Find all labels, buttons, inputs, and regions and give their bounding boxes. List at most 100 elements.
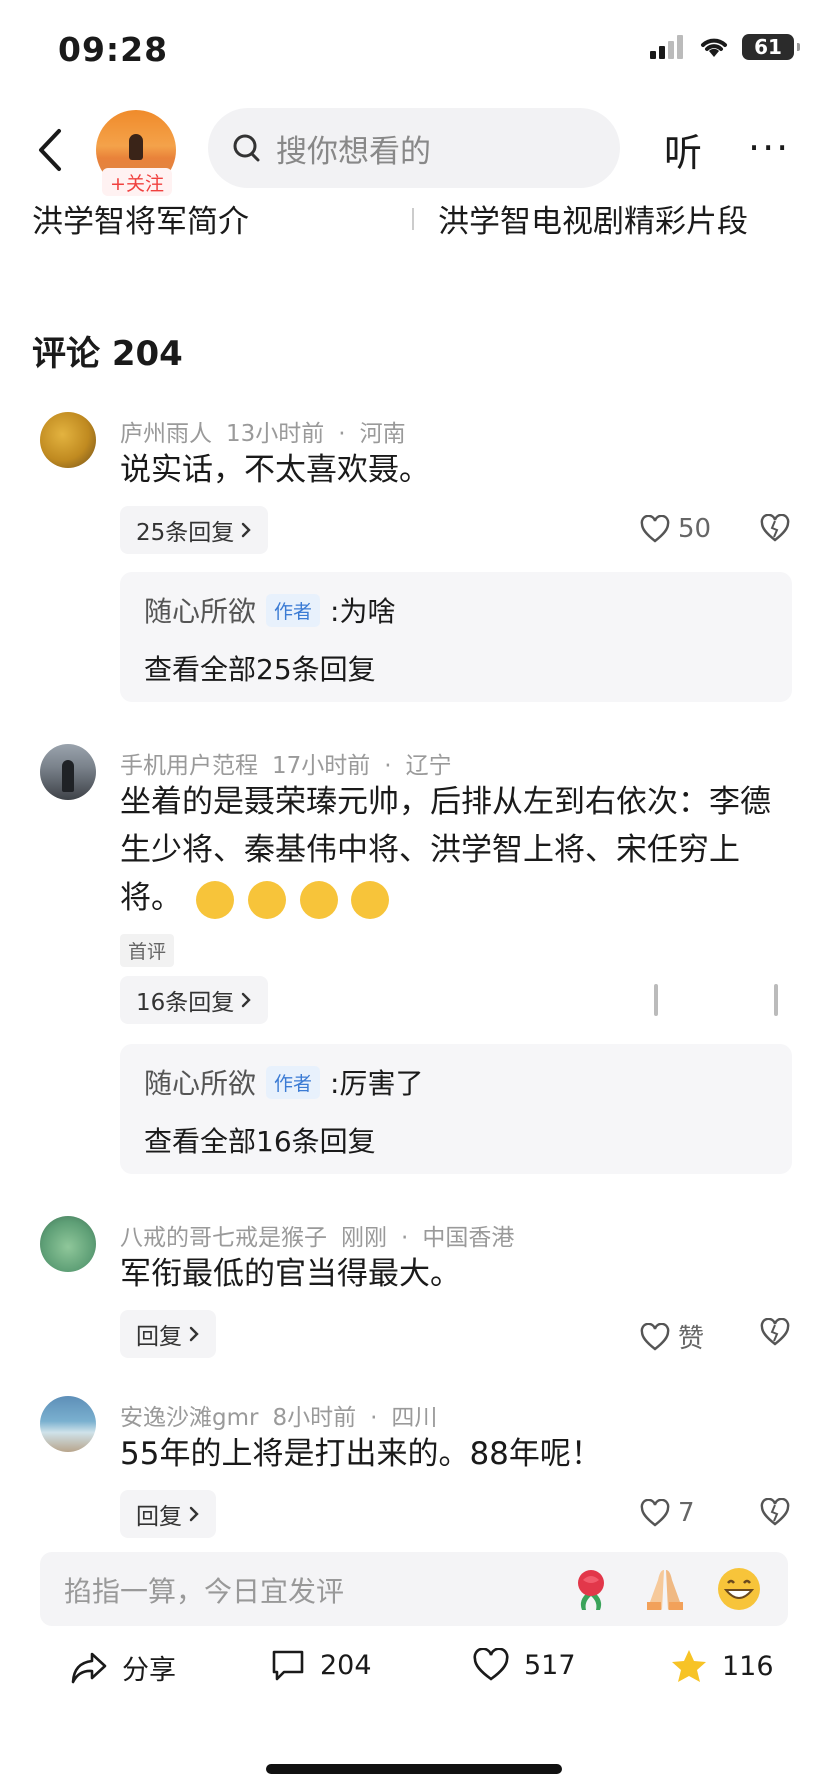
view-all-replies[interactable]: 查看全部16条回复: [144, 1120, 376, 1160]
comment-text: 坐着的是聂荣瑧元帅，后排从左到右依次：李德生少将、秦基伟中将、洪学智上将、宋任穷…: [120, 778, 780, 922]
home-indicator: [266, 1764, 562, 1774]
comment-count: 204: [320, 1649, 372, 1681]
comment-time: 13小时前: [226, 421, 325, 447]
comment-item: 手机用户范程 17小时前 · 辽宁 坐着的是聂荣瑧元帅，后排从左到右依次：李德生少将、…: [0, 742, 828, 1182]
grin-emoji[interactable]: [716, 1566, 762, 1612]
chevron-right-icon: [242, 992, 251, 1008]
comment-time: 刚刚: [341, 1225, 387, 1251]
commenter-avatar[interactable]: [40, 744, 96, 800]
top-nav: +关注 搜你想看的 听 ···: [0, 100, 828, 200]
commenter-name[interactable]: 庐州雨人: [120, 421, 212, 447]
comments-button[interactable]: 204: [270, 1648, 372, 1682]
comment-location: 河南: [359, 421, 406, 447]
status-bar: 09:28 61: [0, 0, 828, 96]
comments-title: 评论 204: [32, 334, 183, 374]
reply-button[interactable]: 回复: [120, 1490, 216, 1538]
comment-meta: 安逸沙滩gmr 8小时前 · 四川: [120, 1405, 438, 1431]
replies-label: 16条回复: [136, 990, 235, 1016]
view-all-replies[interactable]: 查看全部25条回复: [144, 648, 376, 688]
author-tag: 作者: [266, 593, 321, 627]
reply-line: 随心所欲 作者 :厉害了: [144, 1062, 423, 1102]
broken-heart-icon[interactable]: [760, 1318, 790, 1346]
reply-text: :厉害了: [330, 1067, 424, 1100]
comment-meta: 庐州雨人 13小时前 · 河南: [120, 421, 406, 447]
reply-preview[interactable]: 随心所欲 作者 :厉害了 查看全部16条回复: [120, 1044, 792, 1174]
replies-button[interactable]: 25条回复: [120, 506, 269, 554]
like-post-button[interactable]: 517: [472, 1648, 576, 1682]
related-link-tv[interactable]: 洪学智电视剧精彩片段: [438, 196, 748, 241]
emoji-thinking: [195, 880, 234, 919]
search-icon: [233, 134, 260, 162]
comment-text: 军衔最低的官当得最大。: [120, 1256, 461, 1292]
back-icon: [39, 129, 61, 171]
rose-emoji[interactable]: [568, 1566, 614, 1612]
reply-button[interactable]: 回复: [120, 1310, 216, 1358]
reply-author[interactable]: 随心所欲: [144, 590, 256, 630]
replies-button[interactable]: 16条回复: [120, 976, 269, 1024]
comment-meta: 手机用户范程 17小时前 · 辽宁: [120, 753, 452, 779]
emoji-smile: [299, 880, 338, 919]
related-link-profile[interactable]: 洪学智将军简介: [32, 196, 249, 241]
share-button[interactable]: 分享: [70, 1648, 176, 1687]
reply-author[interactable]: 随心所欲: [144, 1062, 256, 1102]
comment-time: 17小时前: [272, 753, 371, 779]
commenter-avatar[interactable]: [40, 1216, 96, 1272]
commenter-name[interactable]: 手机用户范程: [120, 753, 258, 779]
chevron-right-icon: [189, 1506, 199, 1522]
related-divider: [412, 208, 414, 230]
search-input[interactable]: 搜你想看的: [208, 108, 620, 188]
replies-label: 25条回复: [136, 520, 235, 546]
emoji-thinking: [247, 880, 286, 919]
author-avatar[interactable]: +关注: [96, 110, 176, 196]
like-button[interactable]: 7: [640, 1498, 695, 1528]
loading-indicator: [774, 984, 778, 1016]
comment-item: 庐州雨人 13小时前 · 河南 说实话，不太喜欢聂。 25条回复 50 随心所欲 作者…: [0, 410, 828, 710]
author-tag: 作者: [266, 1065, 321, 1099]
broken-heart-icon[interactable]: [760, 514, 790, 542]
share-label: 分享: [122, 1655, 176, 1686]
comment-text: 55年的上将是打出来的。88年呢！: [120, 1436, 602, 1472]
reply-line: 随心所欲 作者 :为啥: [144, 590, 395, 630]
search-placeholder: 搜你想看的: [276, 133, 431, 170]
listen-button[interactable]: 听: [664, 122, 702, 177]
like-count: 赞: [678, 1324, 705, 1354]
related-links: 洪学智将军简介 洪学智电视剧精彩片段: [0, 196, 828, 246]
comment-item: 安逸沙滩gmr 8小时前 · 四川 55年的上将是打出来的。88年呢！ 回复 7: [0, 1394, 828, 1544]
comment-input-placeholder: 掐指一算，今日宜发评: [64, 1575, 345, 1608]
comment-item: 八戒的哥七戒是猴子 刚刚 · 中国香港 军衔最低的官当得最大。 回复 赞: [0, 1214, 828, 1374]
commenter-name[interactable]: 八戒的哥七戒是猴子: [120, 1225, 327, 1251]
chevron-right-icon: [242, 522, 251, 538]
heart-icon: [640, 515, 670, 543]
bottom-action-bar: 分享 204 517 116: [0, 1648, 828, 1708]
star-icon: [672, 1650, 706, 1682]
comment-icon: [272, 1650, 304, 1681]
reply-preview[interactable]: 随心所欲 作者 :为啥 查看全部25条回复: [120, 572, 792, 702]
pray-emoji[interactable]: [642, 1566, 688, 1612]
broken-heart-icon[interactable]: [760, 1498, 790, 1526]
heart-icon: [640, 1322, 670, 1351]
follow-button[interactable]: +关注: [102, 168, 172, 196]
chevron-right-icon: [189, 1326, 199, 1342]
like-post-count: 517: [524, 1649, 576, 1681]
wifi-icon: [701, 38, 727, 57]
first-comment-tag: 首评: [120, 934, 175, 967]
back-button[interactable]: [30, 122, 70, 178]
commenter-avatar[interactable]: [40, 412, 96, 468]
favorite-button[interactable]: 116: [670, 1648, 774, 1684]
commenter-name[interactable]: 安逸沙滩gmr: [120, 1405, 258, 1431]
comment-text: 说实话，不太喜欢聂。: [120, 452, 430, 488]
reply-text: :为啥: [330, 595, 396, 628]
emoji-smile: [351, 880, 390, 919]
favorite-count: 116: [722, 1650, 774, 1682]
comment-meta: 八戒的哥七戒是猴子 刚刚 · 中国香港: [120, 1225, 515, 1251]
like-button[interactable]: 50: [640, 514, 711, 544]
more-button[interactable]: ···: [748, 126, 790, 170]
comment-time: 8小时前: [272, 1405, 357, 1431]
heart-icon: [473, 1648, 509, 1681]
comment-input[interactable]: 掐指一算，今日宜发评: [40, 1552, 788, 1626]
status-icons: 61: [650, 34, 800, 60]
status-time: 09:28: [58, 30, 169, 69]
like-button[interactable]: 赞: [640, 1318, 704, 1355]
commenter-avatar[interactable]: [40, 1396, 96, 1452]
share-icon: [71, 1652, 107, 1683]
